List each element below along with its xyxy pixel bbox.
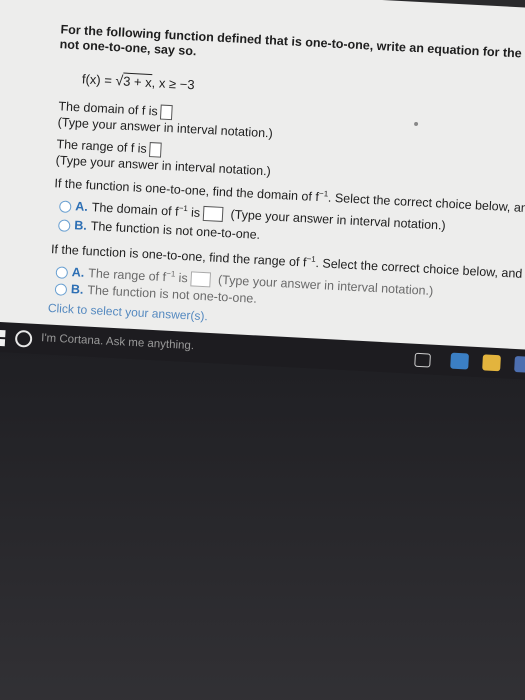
question-pane: For the following function defined that … [0,0,525,355]
inverse-range-answer-box[interactable] [190,271,211,288]
decorative-dot [413,121,419,127]
domain-answer-box[interactable] [160,104,174,121]
file-explorer-icon[interactable] [482,354,501,372]
windows-start-icon[interactable] [0,329,6,347]
radio-option-b[interactable] [54,282,68,296]
task-view-icon[interactable] [414,352,431,368]
cortana-icon[interactable] [14,329,33,348]
radio-option-a[interactable] [58,200,72,213]
function-definition: f(x) = √3 + x, x ≥ −3 [81,71,195,93]
radio-option-a[interactable] [55,266,69,279]
range-answer-box[interactable] [149,142,163,158]
photo-of-screen: For the following function defined that … [0,0,525,700]
radio-option-b[interactable] [57,219,71,232]
cortana-search-box[interactable]: I'm Cortana. Ask me anything. [41,332,194,352]
inverse-domain-answer-box[interactable] [202,206,224,223]
range-note: (Type your answer in interval notation.) [55,153,272,179]
edge-icon[interactable] [450,352,469,370]
store-icon[interactable] [514,355,525,373]
monitor-bezel [0,330,525,700]
select-answer-hint: Click to select your answer(s). [47,300,209,324]
